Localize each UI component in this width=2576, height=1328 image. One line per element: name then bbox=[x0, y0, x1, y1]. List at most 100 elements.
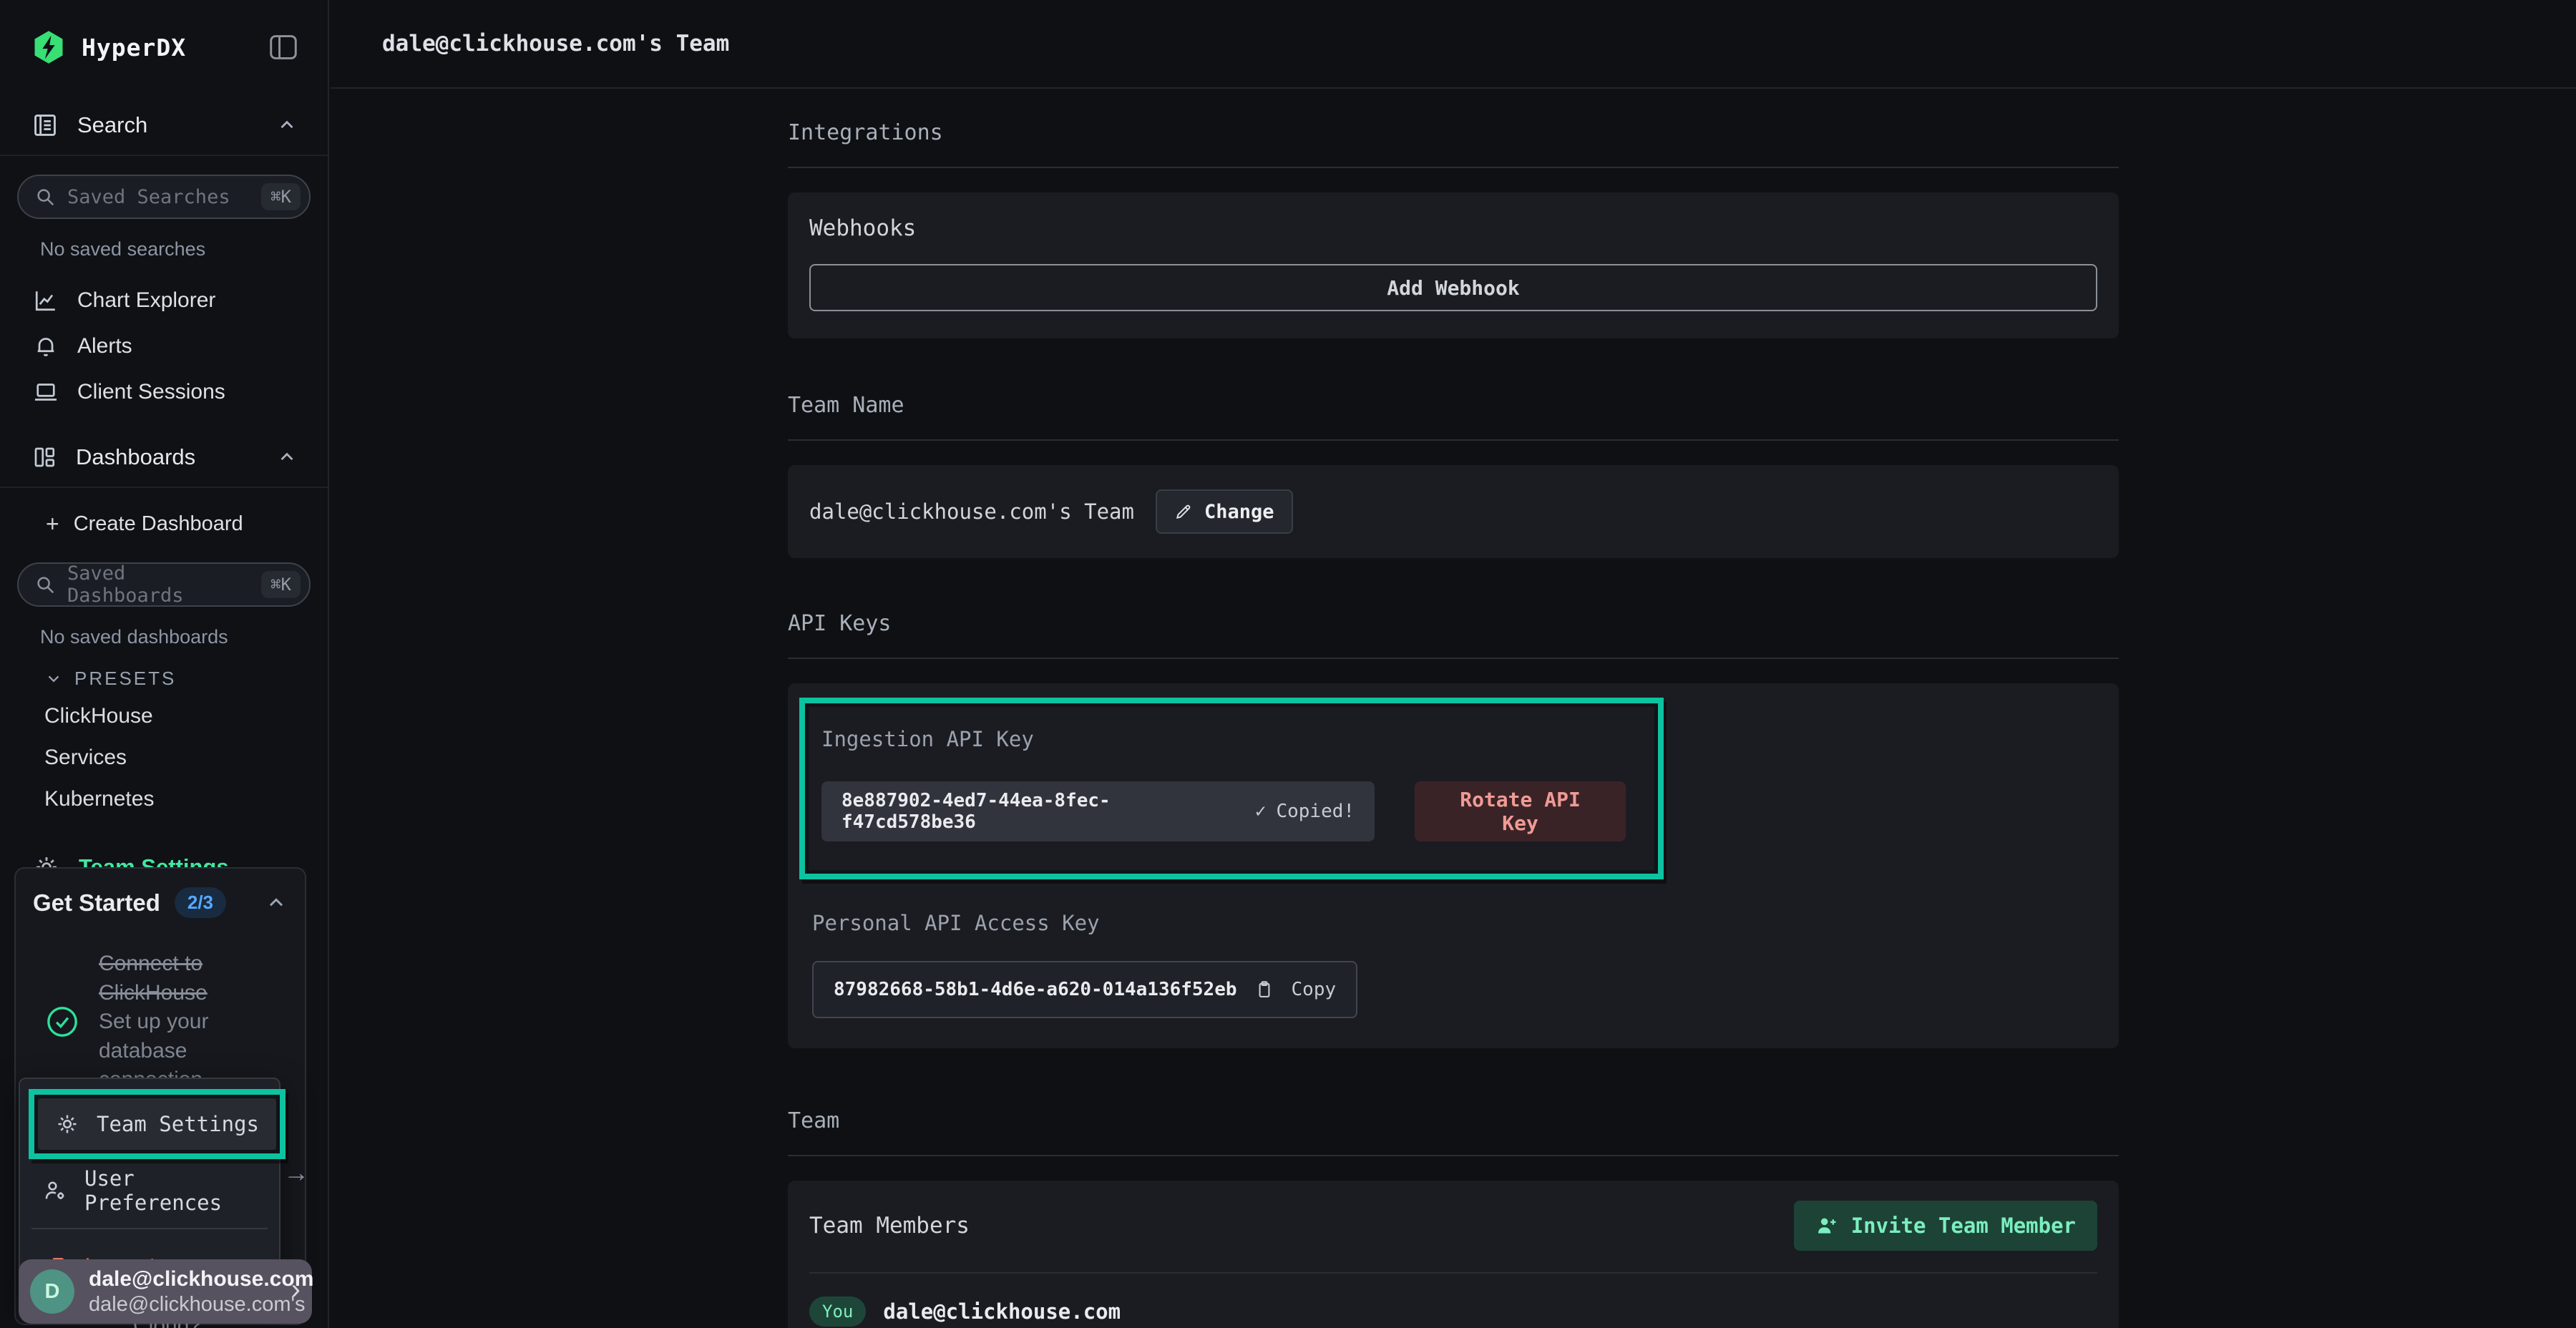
section-heading-team: Team bbox=[788, 1108, 2119, 1133]
profile-text: dale@clickhouse.com dale@clickhouse.com'… bbox=[89, 1267, 277, 1317]
api-keys-card: Ingestion API Key 8e887902-4ed7-44ea-8fe… bbox=[788, 683, 2119, 1048]
ingestion-key-chip[interactable]: 8e887902-4ed7-44ea-8fec-f47cd578be36 ✓ C… bbox=[821, 781, 1375, 841]
brand-name: HyperDX bbox=[82, 34, 186, 62]
profile-card[interactable]: D dale@clickhouse.com dale@clickhouse.co… bbox=[19, 1259, 312, 1324]
arrow-right-icon: → bbox=[283, 1158, 309, 1188]
plus-icon: + bbox=[46, 511, 59, 537]
preset-item-services[interactable]: Services bbox=[0, 737, 328, 778]
saved-searches-shortcut: ⌘K bbox=[261, 183, 301, 210]
sidebar-item-search[interactable]: Search bbox=[0, 96, 328, 156]
webhooks-title: Webhooks bbox=[809, 215, 2097, 241]
section-divider bbox=[788, 1155, 2119, 1156]
team-members-title: Team Members bbox=[809, 1213, 970, 1239]
menu-item-label: User Preferences bbox=[84, 1166, 256, 1215]
bell-icon bbox=[33, 333, 59, 359]
ingestion-key-label: Ingestion API Key bbox=[821, 727, 1626, 751]
copy-label: Copy bbox=[1292, 979, 1337, 1000]
avatar: D bbox=[30, 1269, 74, 1314]
create-dashboard-button[interactable]: + Create Dashboard bbox=[0, 504, 328, 544]
presets-label: PRESETS bbox=[74, 668, 176, 690]
personal-key-chip[interactable]: 87982668-58b1-4d6e-a620-014a136f52eb Cop… bbox=[812, 961, 1357, 1018]
dashboard-grid-icon bbox=[31, 444, 57, 470]
main-area: dale@clickhouse.com's Team Integrations … bbox=[331, 0, 2576, 1328]
page-title: dale@clickhouse.com's Team bbox=[382, 31, 729, 57]
invite-button-label: Invite Team Member bbox=[1851, 1214, 2076, 1238]
sidebar-item-chart-explorer[interactable]: Chart Explorer bbox=[0, 278, 328, 323]
search-icon bbox=[34, 186, 56, 208]
hyperdx-bolt-icon bbox=[30, 29, 67, 66]
collapse-sidebar-icon[interactable] bbox=[268, 33, 299, 62]
topbar: dale@clickhouse.com's Team bbox=[331, 0, 2576, 89]
sidebar-item-alerts[interactable]: Alerts bbox=[0, 323, 328, 369]
you-badge: You bbox=[809, 1297, 866, 1327]
member-row: You dale@clickhouse.com bbox=[809, 1297, 2097, 1327]
sidebar-item-client-sessions[interactable]: Client Sessions bbox=[0, 369, 328, 415]
section-divider bbox=[788, 439, 2119, 441]
clipboard-icon bbox=[1254, 980, 1274, 1000]
rotate-api-key-button[interactable]: Rotate API Key bbox=[1415, 781, 1626, 841]
main-content: Integrations Webhooks Add Webhook Team N… bbox=[331, 90, 2576, 1328]
add-webhook-button[interactable]: Add Webhook bbox=[809, 264, 2097, 311]
person-plus-icon bbox=[1815, 1214, 1838, 1237]
team-name-card: dale@clickhouse.com's Team Change bbox=[788, 465, 2119, 558]
hyperdx-logo[interactable]: HyperDX bbox=[30, 29, 186, 66]
menu-item-user-preferences[interactable]: User Preferences bbox=[29, 1165, 270, 1216]
sidebar-item-dashboards[interactable]: Dashboards bbox=[0, 428, 328, 488]
step-title: Connect to ClickHouse bbox=[99, 949, 288, 1007]
menu-item-team-settings[interactable]: Team Settings bbox=[38, 1098, 276, 1150]
profile-name: dale@clickhouse.com bbox=[89, 1267, 277, 1292]
saved-dashboards-shortcut: ⌘K bbox=[261, 571, 301, 598]
menu-item-label: Team Settings bbox=[97, 1112, 259, 1136]
journal-search-icon bbox=[31, 112, 59, 139]
menu-divider bbox=[31, 1228, 268, 1229]
no-saved-searches-text: No saved searches bbox=[40, 238, 328, 260]
annotation-box-ingestion-key: Ingestion API Key 8e887902-4ed7-44ea-8fe… bbox=[799, 698, 1664, 879]
laptop-icon bbox=[33, 379, 59, 405]
get-started-step-connect[interactable]: Connect to ClickHouse Set up your databa… bbox=[33, 949, 288, 1095]
team-members-card: Team Members Invite Team Member bbox=[788, 1181, 2119, 1328]
personal-key-value: 87982668-58b1-4d6e-a620-014a136f52eb bbox=[834, 979, 1237, 1000]
copied-text: Copied! bbox=[1276, 801, 1355, 822]
team-name-value: dale@clickhouse.com's Team bbox=[809, 499, 1134, 524]
section-divider bbox=[788, 167, 2119, 168]
annotation-box-team-settings: Team Settings bbox=[29, 1089, 286, 1159]
change-button-label: Change bbox=[1204, 501, 1274, 523]
section-heading-api-keys: API Keys bbox=[788, 611, 2119, 636]
gear-icon bbox=[55, 1112, 79, 1136]
card-divider bbox=[809, 1272, 2097, 1274]
saved-dashboards-placeholder: Saved Dashboards bbox=[67, 562, 250, 607]
copied-status: ✓ Copied! bbox=[1255, 801, 1355, 822]
chart-icon bbox=[33, 288, 59, 313]
preset-item-clickhouse[interactable]: ClickHouse bbox=[0, 695, 328, 737]
pencil-icon bbox=[1174, 502, 1193, 521]
invite-team-member-button[interactable]: Invite Team Member bbox=[1794, 1201, 2097, 1251]
member-name: dale@clickhouse.com bbox=[883, 1299, 1121, 1324]
presets-toggle[interactable]: PRESETS bbox=[0, 661, 328, 695]
section-divider bbox=[788, 658, 2119, 659]
saved-searches-input[interactable]: Saved Searches ⌘K bbox=[17, 175, 311, 219]
chevron-up-icon[interactable] bbox=[265, 892, 288, 914]
check-icon: ✓ bbox=[1255, 801, 1267, 822]
nav-label: Client Sessions bbox=[77, 380, 225, 404]
get-started-title: Get Started bbox=[33, 889, 160, 917]
change-team-name-button[interactable]: Change bbox=[1156, 489, 1293, 534]
chevron-up-icon[interactable] bbox=[276, 114, 298, 136]
saved-searches-placeholder: Saved Searches bbox=[67, 186, 250, 208]
chevron-right-icon: › bbox=[291, 1274, 301, 1306]
get-started-header[interactable]: Get Started 2/3 bbox=[33, 887, 288, 918]
check-circle-icon bbox=[44, 1004, 80, 1040]
webhooks-card: Webhooks Add Webhook bbox=[788, 192, 2119, 338]
preset-item-kubernetes[interactable]: Kubernetes bbox=[0, 778, 328, 820]
chevron-down-icon bbox=[44, 669, 63, 688]
sidebar-search-label: Search bbox=[77, 112, 147, 138]
saved-dashboards-input[interactable]: Saved Dashboards ⌘K bbox=[17, 562, 311, 607]
search-icon bbox=[34, 574, 56, 595]
progress-badge: 2/3 bbox=[175, 887, 226, 918]
chevron-up-icon[interactable] bbox=[276, 446, 298, 468]
user-gear-icon bbox=[43, 1178, 67, 1203]
nav-label: Chart Explorer bbox=[77, 288, 215, 313]
create-dashboard-label: Create Dashboard bbox=[74, 512, 243, 536]
ingestion-key-value: 8e887902-4ed7-44ea-8fec-f47cd578be36 bbox=[841, 790, 1234, 833]
profile-team: dale@clickhouse.com's bbox=[89, 1293, 277, 1317]
sidebar-header: HyperDX bbox=[0, 0, 328, 66]
